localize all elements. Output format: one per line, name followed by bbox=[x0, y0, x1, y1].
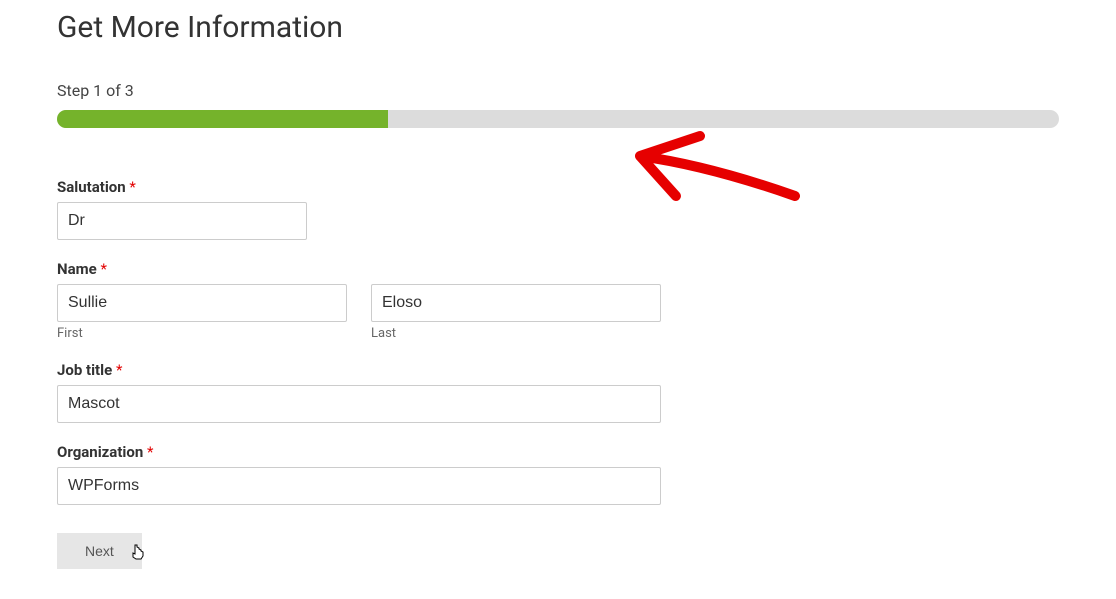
salutation-label: Salutation * bbox=[57, 178, 1059, 196]
organization-label: Organization * bbox=[57, 443, 1059, 461]
salutation-label-text: Salutation bbox=[57, 178, 126, 196]
first-name-sublabel: First bbox=[57, 326, 347, 341]
next-button[interactable]: Next bbox=[57, 533, 142, 569]
job-title-input[interactable] bbox=[57, 385, 661, 423]
job-title-label-text: Job title bbox=[57, 361, 112, 379]
organization-label-text: Organization bbox=[57, 443, 143, 461]
required-marker: * bbox=[129, 178, 135, 196]
organization-input[interactable] bbox=[57, 467, 661, 505]
salutation-input[interactable] bbox=[57, 202, 307, 240]
name-label: Name * bbox=[57, 260, 1059, 278]
required-marker: * bbox=[116, 361, 122, 379]
field-job-title: Job title * bbox=[57, 361, 1059, 423]
step-indicator: Step 1 of 3 bbox=[57, 81, 1059, 100]
job-title-label: Job title * bbox=[57, 361, 1059, 379]
first-name-input[interactable] bbox=[57, 284, 347, 322]
page-title: Get More Information bbox=[57, 10, 1059, 45]
last-name-sublabel: Last bbox=[371, 326, 661, 341]
required-marker: * bbox=[100, 260, 106, 278]
required-marker: * bbox=[147, 443, 153, 461]
progress-fill bbox=[57, 110, 388, 128]
progress-bar bbox=[57, 110, 1059, 128]
last-name-input[interactable] bbox=[371, 284, 661, 322]
field-organization: Organization * bbox=[57, 443, 1059, 505]
field-name: Name * First Last bbox=[57, 260, 1059, 341]
field-salutation: Salutation * bbox=[57, 178, 1059, 240]
name-label-text: Name bbox=[57, 260, 97, 278]
